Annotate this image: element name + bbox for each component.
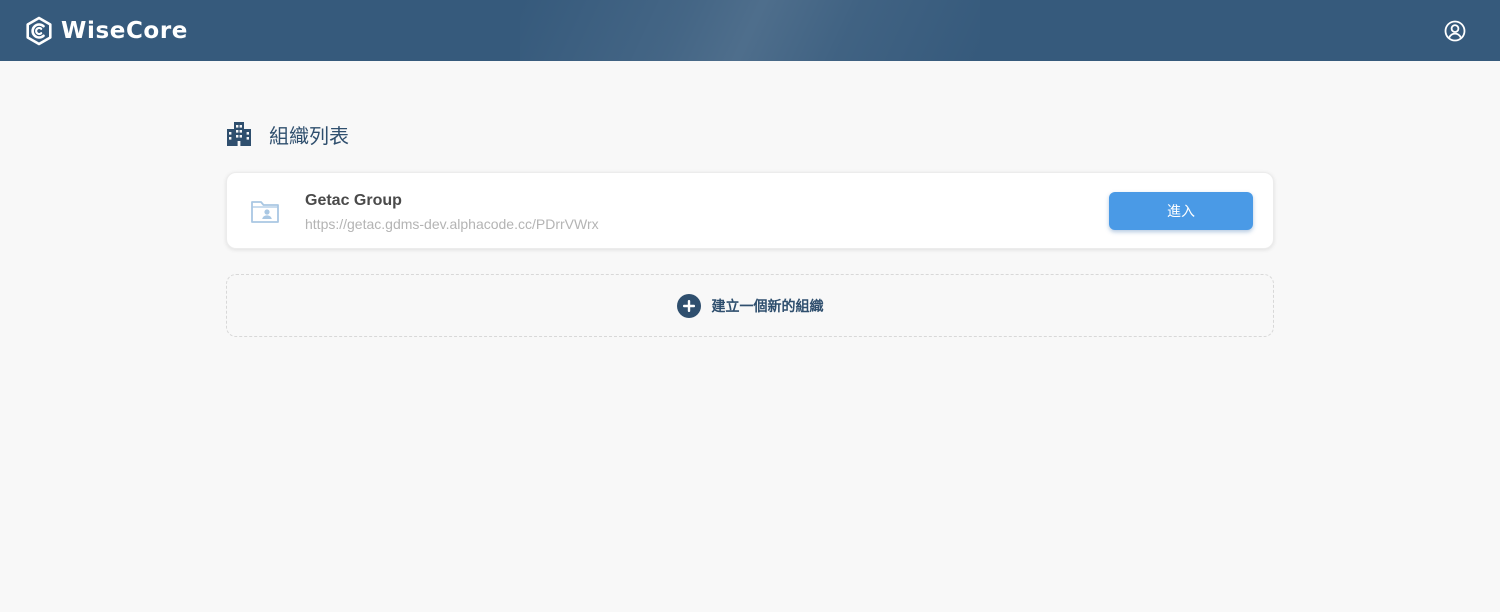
plus-circle-icon (676, 293, 701, 318)
user-account-button[interactable] (1443, 19, 1467, 43)
create-organization-button[interactable]: 建立一個新的組織 (226, 274, 1274, 337)
header-decoration (520, 0, 980, 61)
top-navbar: WiseCore (0, 0, 1500, 61)
building-icon (227, 122, 251, 146)
organization-name: Getac Group (305, 192, 402, 209)
folder-contact-icon (251, 201, 279, 223)
brand-name: WiseCore (61, 18, 188, 44)
organization-url: https://getac.gdms-dev.alphacode.cc/PDrr… (305, 216, 599, 232)
page-title: 組織列表 (225, 118, 349, 150)
wisecore-logo-icon (26, 16, 52, 46)
create-organization-label: 建立一個新的組織 (711, 298, 824, 315)
brand[interactable]: WiseCore (24, 15, 188, 47)
page-title-text: 組織列表 (269, 123, 349, 148)
organization-card: Getac Group https://getac.gdms-dev.alpha… (226, 172, 1274, 249)
enter-organization-button[interactable]: 進入 (1109, 192, 1253, 230)
user-account-icon (1444, 20, 1466, 42)
